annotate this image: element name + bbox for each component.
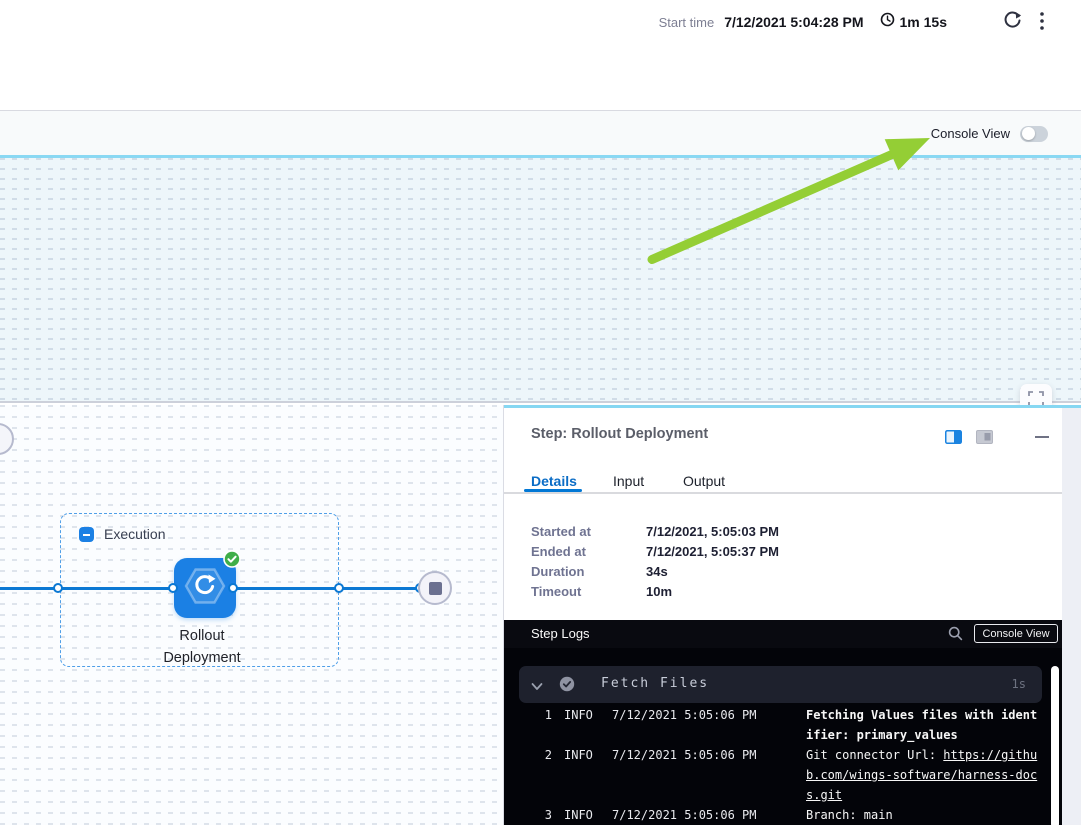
detail-row-duration: Duration 34s <box>531 561 779 581</box>
log-timestamp: 7/12/2021 5:05:06 PM <box>612 705 794 745</box>
log-timestamp: 7/12/2021 5:05:06 PM <box>612 805 794 825</box>
pipeline-stages-canvas[interactable]: + − <box>0 158 1081 403</box>
console-view-control: Console View <box>931 111 1048 156</box>
log-level: INFO <box>564 705 600 745</box>
start-time-label: Start time <box>659 15 715 30</box>
start-time-value: 7/12/2021 5:04:28 PM <box>724 14 863 30</box>
split-view-icon <box>945 430 962 447</box>
execution-graph-canvas[interactable]: Execution Rollout Deployment <box>0 405 503 825</box>
step-details-panel: Step: Rollout Deployment Details Input O… <box>503 405 1081 825</box>
node-label: Rollout Deployment <box>122 625 282 669</box>
log-lines: 1 INFO 7/12/2021 5:05:06 PM Fetching Val… <box>540 705 1041 825</box>
log-group-duration: 1s <box>1012 677 1026 691</box>
connector-port <box>228 583 238 593</box>
execution-group-label: Execution <box>104 526 165 542</box>
log-message: Branch: main <box>806 805 1041 825</box>
log-line-number: 3 <box>540 805 552 825</box>
detail-label: Duration <box>531 564 646 579</box>
refresh-icon <box>1003 11 1022 33</box>
panel-scroll-gutter[interactable] <box>1062 408 1081 825</box>
split-view-button[interactable] <box>945 430 962 447</box>
collapse-minus-icon <box>83 534 90 536</box>
detail-label: Timeout <box>531 584 646 599</box>
panel-layout-controls <box>945 430 993 447</box>
tab-details[interactable]: Details <box>531 473 577 489</box>
execution-meta: Start time 7/12/2021 5:04:28 PM 1m 15s <box>659 10 1044 34</box>
detail-value: 7/12/2021, 5:05:37 PM <box>646 544 779 559</box>
more-options-button[interactable] <box>1040 12 1044 33</box>
detail-value: 10m <box>646 584 672 599</box>
log-level: INFO <box>564 805 600 825</box>
detail-row-timeout: Timeout 10m <box>531 581 779 601</box>
tab-output[interactable]: Output <box>683 473 725 489</box>
node-label-line1: Rollout <box>122 625 282 647</box>
logs-console-view-button[interactable]: Console View <box>974 624 1058 643</box>
panel-view-icon <box>976 430 993 447</box>
search-icon <box>948 626 963 644</box>
detail-value: 34s <box>646 564 668 579</box>
node-label-line2: Deployment <box>122 647 282 669</box>
connector-port <box>168 583 178 593</box>
log-timestamp: 7/12/2021 5:05:06 PM <box>612 745 794 805</box>
collapse-execution-button[interactable] <box>79 527 94 542</box>
step-details-list: Started at 7/12/2021, 5:05:03 PM Ended a… <box>531 521 779 601</box>
tabs-divider <box>504 492 1081 494</box>
stop-square-icon <box>429 582 442 595</box>
logs-search-button[interactable] <box>948 626 963 644</box>
step-logs-body: Fetch Files 1s 1 INFO 7/12/2021 5:05:06 … <box>504 648 1081 825</box>
log-line-number: 2 <box>540 745 552 805</box>
step-panel-title: Step: Rollout Deployment <box>531 426 708 442</box>
connector-port <box>334 583 344 593</box>
previous-node-partial <box>0 423 14 455</box>
log-level: INFO <box>564 745 600 805</box>
kebab-menu-icon <box>1040 12 1044 33</box>
log-line-number: 1 <box>540 705 552 745</box>
log-group-name: Fetch Files <box>601 676 709 691</box>
panel-view-button[interactable] <box>976 430 993 447</box>
chevron-down-icon <box>531 679 543 694</box>
execution-header: Start time 7/12/2021 5:04:28 PM 1m 15s <box>0 0 1081 110</box>
detail-value: 7/12/2021, 5:05:03 PM <box>646 524 779 539</box>
success-badge-icon <box>223 550 241 568</box>
rollout-step-icon <box>184 565 226 612</box>
log-group-fetch-files[interactable]: Fetch Files 1s <box>519 666 1042 703</box>
view-toolbar: Console View <box>0 110 1081 155</box>
step-logs-header: Step Logs Console View <box>504 620 1081 648</box>
detail-label: Ended at <box>531 544 646 559</box>
panel-top-accent <box>504 405 1081 408</box>
log-line-1: 1 INFO 7/12/2021 5:05:06 PM Fetching Val… <box>540 705 1041 745</box>
log-line-2: 2 INFO 7/12/2021 5:05:06 PM Git connecto… <box>540 745 1041 805</box>
connector-port <box>53 583 63 593</box>
detail-row-started-at: Started at 7/12/2021, 5:05:03 PM <box>531 521 779 541</box>
log-message-prefix: Git connector Url: <box>806 748 943 762</box>
log-line-3: 3 INFO 7/12/2021 5:05:06 PM Branch: main <box>540 805 1041 825</box>
logs-scrollbar[interactable] <box>1051 666 1059 825</box>
tab-input[interactable]: Input <box>613 473 644 489</box>
log-message: Fetching Values files with identifier: p… <box>806 705 1041 745</box>
minimize-icon <box>1035 436 1049 438</box>
success-check-icon <box>559 676 575 695</box>
console-view-label: Console View <box>931 126 1010 141</box>
step-logs-title: Step Logs <box>531 626 590 641</box>
pipeline-execution-page: Start time 7/12/2021 5:04:28 PM 1m 15s <box>0 0 1081 825</box>
log-message: Git connector Url: https://github.com/wi… <box>806 745 1041 805</box>
detail-label: Started at <box>531 524 646 539</box>
console-view-toggle[interactable] <box>1020 126 1048 142</box>
refresh-button[interactable] <box>1003 11 1022 33</box>
elapsed-time: 1m 15s <box>900 14 947 30</box>
detail-row-ended-at: Ended at 7/12/2021, 5:05:37 PM <box>531 541 779 561</box>
toggle-knob <box>1022 127 1035 140</box>
pipeline-end-node <box>418 571 452 605</box>
minimize-panel-button[interactable] <box>1035 430 1051 444</box>
duration-clock: 1m 15s <box>880 12 947 32</box>
clock-icon <box>880 12 895 32</box>
